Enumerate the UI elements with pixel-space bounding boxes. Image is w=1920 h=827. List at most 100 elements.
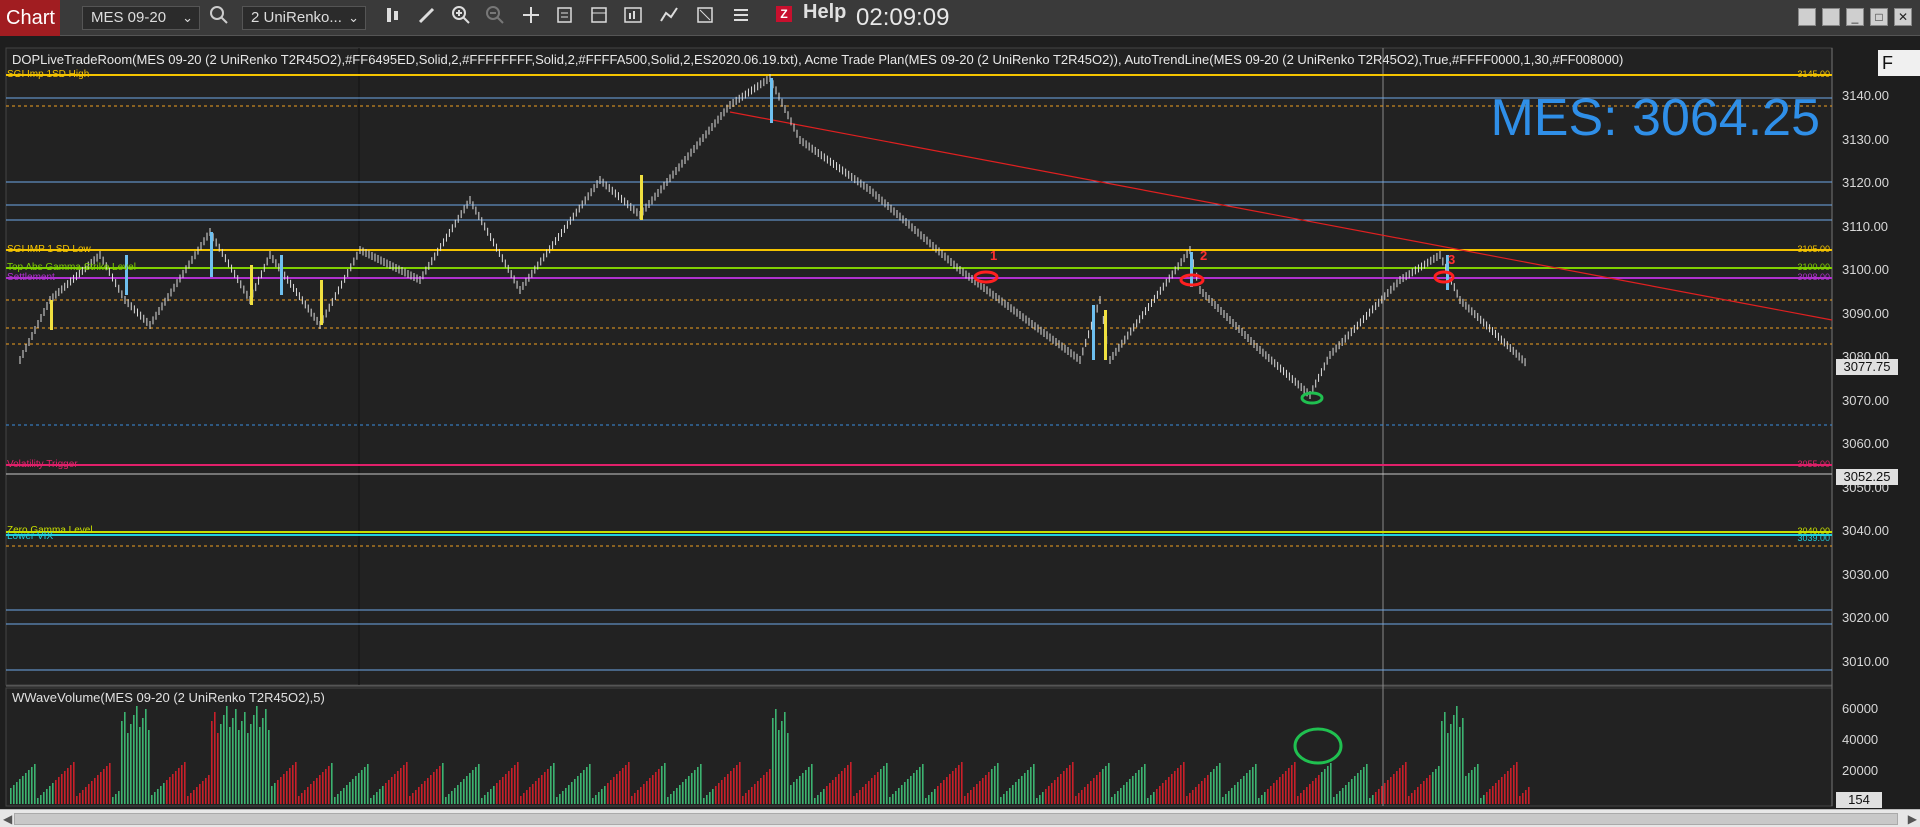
volume-bar (697, 767, 699, 804)
volume-bar (1102, 769, 1104, 804)
volume-bar (967, 793, 969, 804)
volume-bar (145, 709, 147, 804)
volume-bar (1273, 783, 1275, 804)
volume-bar (1324, 769, 1326, 804)
volume-bar (1294, 762, 1296, 804)
volume-bar (832, 780, 834, 804)
volume-bar (1174, 771, 1176, 804)
volume-bar (1159, 786, 1161, 804)
volume-bar (229, 727, 231, 804)
volume-bar (1345, 785, 1347, 804)
volume-bar (1096, 775, 1098, 804)
volume-bar (1297, 796, 1299, 804)
volume-bar (802, 773, 804, 804)
volume-bar (823, 789, 825, 804)
volume-bar (1525, 790, 1527, 804)
volume-bar (43, 792, 45, 804)
scroll-left-icon[interactable]: ◀ (3, 810, 12, 827)
volume-bar (739, 762, 741, 804)
volume-bar (604, 786, 606, 804)
volume-bar (745, 793, 747, 804)
volume-bar (1183, 762, 1185, 804)
volume-bar (919, 767, 921, 804)
volume-bar (778, 730, 780, 804)
volume-bar (1378, 789, 1380, 804)
volume-bar (415, 790, 417, 804)
volume-bar (1249, 770, 1251, 804)
trading-chart-window: Chart MES 09-20 ⌄ 2 UniRenko... ⌄ Z Help… (0, 0, 1920, 827)
volume-bar (316, 778, 318, 804)
volume-bar (682, 782, 684, 804)
volume-axis-label: 40000 (1842, 732, 1879, 747)
volume-bar (1036, 798, 1038, 804)
volume-bar (910, 776, 912, 804)
volume-bar (829, 783, 831, 804)
volume-bar (1420, 784, 1422, 804)
volume-bar (241, 721, 243, 804)
volume-bar (952, 771, 954, 804)
horizontal-scrollbar[interactable]: ◀ ▶ (0, 809, 1920, 827)
volume-bar (691, 773, 693, 804)
volume-bar (526, 790, 528, 804)
volume-bar (826, 786, 828, 804)
volume-bar (676, 788, 678, 804)
volume-bar (721, 780, 723, 804)
volume-bar (856, 793, 858, 804)
volume-bar (610, 780, 612, 804)
volume-bar (514, 765, 516, 804)
volume-bar (34, 764, 36, 804)
volume-bar (1459, 727, 1461, 804)
volume-bar (517, 762, 519, 804)
volume-bar (865, 784, 867, 804)
volume-bar (1333, 797, 1335, 804)
volume-bar (1093, 778, 1095, 804)
volume-bar (1108, 763, 1110, 804)
volume-bar (331, 763, 333, 804)
volume-bar (115, 794, 117, 804)
volume-bar (1087, 784, 1089, 804)
volume-bar (520, 796, 522, 804)
price-axis-label: 3010.00 (1842, 654, 1889, 669)
volume-bar (1015, 782, 1017, 804)
volume-bar (898, 788, 900, 804)
volume-bar (127, 733, 129, 804)
volume-bar (820, 792, 822, 804)
volume-bar (811, 764, 813, 804)
volume-bar (895, 791, 897, 804)
highlight-bar (1190, 252, 1193, 287)
volume-bar (475, 767, 477, 804)
volume-bar (703, 798, 705, 804)
volume-bar (625, 765, 627, 804)
volume-bar (160, 786, 162, 804)
right-panel-tab[interactable]: F (1878, 50, 1920, 76)
volume-bar (190, 793, 192, 804)
highlight-bar (1092, 305, 1095, 360)
volume-bar (1021, 776, 1023, 804)
volume-bar (649, 778, 651, 804)
volume-bar (1225, 794, 1227, 804)
volume-bar (103, 769, 105, 804)
volume-bar (1153, 792, 1155, 804)
scroll-right-icon[interactable]: ▶ (1908, 810, 1917, 827)
volume-bar (388, 780, 390, 804)
volume-bar (1471, 770, 1473, 804)
volume-bar (877, 772, 879, 804)
volume-bar (280, 777, 282, 804)
volume-bar (1327, 766, 1329, 804)
volume-bar (1090, 781, 1092, 804)
volume-bar (424, 781, 426, 804)
volume-bar (1180, 765, 1182, 804)
volume-bar (559, 794, 561, 804)
scrollbar-thumb[interactable] (14, 813, 1898, 825)
volume-bar (544, 772, 546, 804)
volume-bar (946, 777, 948, 804)
volume-bar (496, 783, 498, 804)
volume-bar (1375, 792, 1377, 804)
volume-bar (889, 797, 891, 804)
volume-bar (1027, 770, 1029, 804)
volume-bar (1264, 792, 1266, 804)
volume-bar (859, 790, 861, 804)
volume-bar (1234, 785, 1236, 804)
volume-bar (427, 778, 429, 804)
volume-bar (574, 779, 576, 804)
